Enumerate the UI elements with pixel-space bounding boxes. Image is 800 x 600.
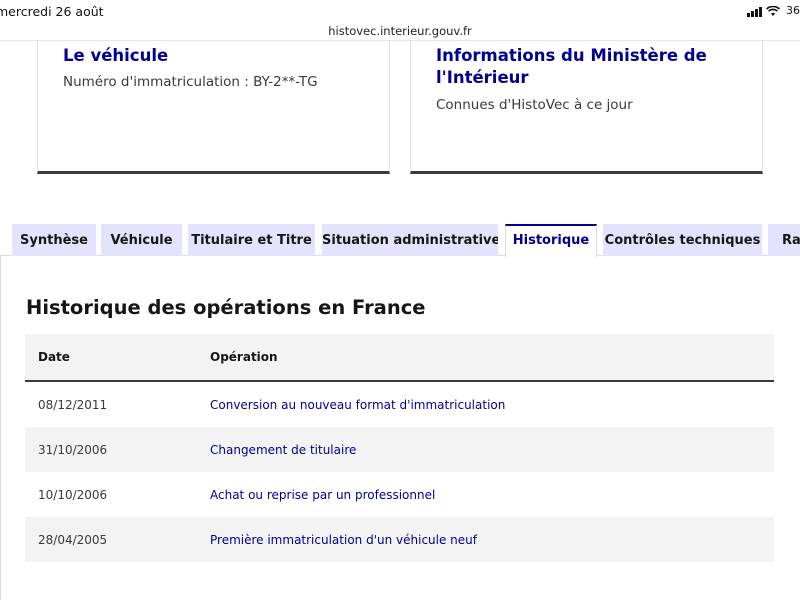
table-row: 08/12/2011 Conversion au nouveau format …	[25, 381, 774, 427]
row-date: 10/10/2006	[25, 472, 210, 517]
table-row: 10/10/2006 Achat ou reprise par un profe…	[25, 472, 774, 517]
row-operation: Achat ou reprise par un professionnel	[210, 472, 774, 517]
signal-icon	[747, 6, 762, 17]
battery-level: 36	[786, 4, 800, 17]
tab-historique[interactable]: Historique	[505, 224, 597, 257]
status-indicators: 36	[747, 4, 800, 17]
column-header-date: Date	[25, 334, 210, 382]
status-date: mercredi 26 août	[0, 4, 104, 19]
table-row: 31/10/2006 Changement de titulaire	[25, 427, 774, 472]
status-bar: mercredi 26 août 36	[0, 0, 800, 22]
card-title: Informations du Ministère de l'Intérieur	[436, 46, 707, 87]
wifi-icon	[766, 6, 780, 16]
ministry-info-card: Informations du Ministère de l'Intérieur…	[410, 41, 763, 174]
row-operation: Première immatriculation d'un véhicule n…	[210, 517, 774, 562]
table-header-row: Date Opération	[25, 334, 774, 382]
column-header-operation: Opération	[210, 334, 774, 382]
vehicle-card: Le véhicule Numéro d'immatriculation : B…	[37, 41, 390, 174]
row-date: 28/04/2005	[25, 517, 210, 562]
tab-controles-techniques[interactable]: Contrôles techniques	[603, 224, 762, 256]
table-row: 28/04/2005 Première immatriculation d'un…	[25, 517, 774, 562]
tab-synthese[interactable]: Synthèse	[12, 224, 96, 256]
section-title: Historique des opérations en France	[26, 296, 426, 319]
card-subtitle: Connues d'HistoVec à ce jour	[436, 97, 633, 113]
address-bar-url[interactable]: histovec.interieur.gouv.fr	[0, 24, 800, 38]
history-table: Date Opération 08/12/2011 Conversion au …	[25, 334, 774, 562]
tab-vehicule[interactable]: Véhicule	[101, 224, 182, 256]
card-title: Le véhicule	[63, 46, 169, 65]
tab-titulaire-titre[interactable]: Titulaire et Titre	[188, 224, 315, 256]
tab-rapport[interactable]: Rap	[768, 224, 800, 256]
tab-situation-administrative[interactable]: Situation administrative	[322, 224, 498, 256]
row-date: 08/12/2011	[25, 381, 210, 427]
row-operation: Changement de titulaire	[210, 427, 774, 472]
row-date: 31/10/2006	[25, 427, 210, 472]
row-operation: Conversion au nouveau format d'immatricu…	[210, 381, 774, 427]
card-subtitle: Numéro d'immatriculation : BY-2**-TG	[63, 74, 318, 90]
